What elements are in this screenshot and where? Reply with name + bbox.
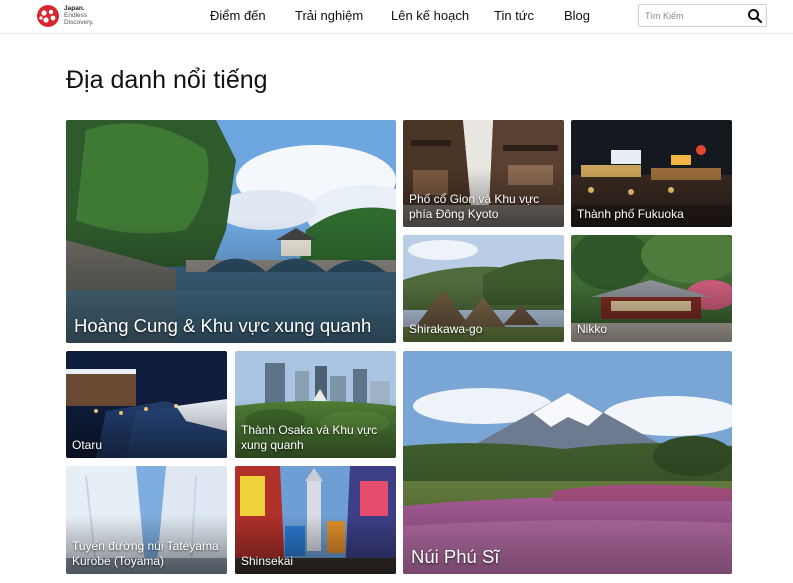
tile-nikko[interactable]: Nikko	[571, 235, 732, 342]
tile-label: Shirakawa-go	[409, 322, 483, 336]
tile-label: Nikko	[577, 322, 608, 336]
nav-item-destinations[interactable]: Điểm đến	[210, 8, 266, 23]
tile-osaka-castle[interactable]: Thành Osaka và Khu vực xung quanh	[235, 351, 396, 458]
tile-label: Thành Osaka và Khu vực xung quanh	[241, 423, 378, 452]
tile-label: Thành phố Fukuoka	[577, 207, 684, 221]
page-title: Địa danh nổi tiếng	[66, 66, 268, 94]
nav-item-experiences[interactable]: Trải nghiệm	[295, 8, 363, 23]
site-logo[interactable]: Japan. Endless Discovery.	[35, 4, 95, 28]
nav-item-blog[interactable]: Blog	[564, 8, 590, 23]
logo-blossom-icon	[37, 5, 59, 27]
search-icon[interactable]	[747, 8, 763, 24]
tile-shinsekai[interactable]: Shinsekai	[235, 466, 396, 574]
tile-shirakawa-go[interactable]: Shirakawa-go	[403, 235, 564, 342]
tile-imperial-palace[interactable]: Hoàng Cung & Khu vực xung quanh	[66, 120, 396, 343]
logo-line-1: Japan.	[64, 5, 85, 12]
search-box	[638, 4, 767, 27]
tile-label: Tuyến đường núi Tateyama Kurobe (Toyama)	[72, 539, 219, 568]
tile-mount-fuji[interactable]: Núi Phú Sĩ	[403, 351, 732, 574]
tile-label: Núi Phú Sĩ	[411, 546, 500, 567]
nav-item-plan[interactable]: Lên kế hoạch	[391, 8, 469, 23]
tile-label: Phố cổ Gion và Khu vực phía Đông Kyoto	[409, 192, 540, 221]
tile-otaru[interactable]: Otaru	[66, 351, 227, 458]
tile-gion-kyoto[interactable]: Phố cổ Gion và Khu vực phía Đông Kyoto	[403, 120, 564, 227]
tile-label: Otaru	[72, 438, 103, 452]
tile-label: Hoàng Cung & Khu vực xung quanh	[74, 315, 372, 336]
search-input[interactable]	[645, 8, 745, 24]
logo-wordmark: Japan. Endless Discovery.	[64, 5, 94, 26]
tile-label: Shinsekai	[241, 554, 294, 568]
tile-fukuoka[interactable]: Thành phố Fukuoka	[571, 120, 732, 227]
nav-item-news[interactable]: Tin tức	[494, 8, 534, 23]
logo-line-3: Discovery.	[64, 19, 94, 26]
tile-tateyama-kurobe[interactable]: Tuyến đường núi Tateyama Kurobe (Toyama)	[66, 466, 227, 574]
logo-line-2: Endless	[64, 12, 88, 19]
site-header: Japan. Endless Discovery. Điểm đến Trải …	[0, 0, 793, 34]
